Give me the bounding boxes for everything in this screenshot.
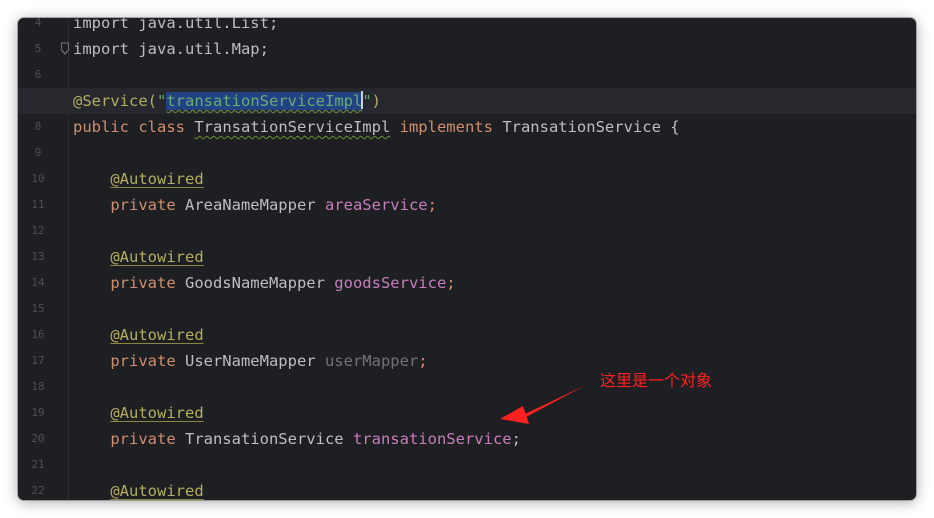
code-token: @Service( (73, 92, 157, 110)
code-token: private (73, 352, 185, 370)
code-token: ; (446, 274, 456, 292)
code-token: " (362, 92, 372, 110)
code-token: " (157, 92, 167, 110)
code-line[interactable]: private AreaNameMapper areaService; (18, 192, 916, 218)
red-arrow-icon (500, 385, 586, 424)
code-token: TransationService (502, 118, 661, 136)
code-line[interactable]: @Autowired (18, 478, 916, 500)
code-line[interactable]: @Autowired (18, 400, 916, 426)
code-line[interactable]: private GoodsNameMapper goodsService; (18, 270, 916, 296)
code-token: userMapper (324, 352, 419, 370)
code-token: private (73, 430, 185, 448)
code-token: ) (371, 92, 381, 110)
code-line[interactable]: public class TransationServiceImpl imple… (18, 114, 916, 140)
code-line[interactable]: import java.util.List; (18, 18, 916, 36)
code-line-content: private TransationService transationServ… (73, 426, 521, 452)
code-token: @Autowired (110, 482, 204, 500)
code-line-content: @Autowired (73, 322, 204, 348)
code-line[interactable]: @Autowired (18, 244, 916, 270)
code-token: @Autowired (110, 170, 204, 188)
code-token: TransationServiceImpl (194, 118, 391, 136)
annotation-text: 这里是一个对象 (600, 371, 713, 390)
code-line[interactable]: private TransationService transationServ… (18, 426, 916, 452)
code-token: goodsService (334, 274, 447, 292)
code-token: ; (427, 196, 437, 214)
code-token: @Autowired (110, 248, 204, 266)
code-editor-window: 45678910111213141516171819202122 import … (18, 18, 916, 500)
code-token: implements (390, 118, 503, 136)
code-line[interactable]: @Service("transationServiceImpl") (18, 88, 916, 114)
code-line[interactable] (18, 374, 916, 400)
code-line[interactable]: @Autowired (18, 166, 916, 192)
code-token: ; (418, 352, 428, 370)
code-line-content: @Autowired (73, 478, 204, 500)
code-line-content: public class TransationServiceImpl imple… (73, 114, 680, 140)
code-line[interactable] (18, 62, 916, 88)
code-line-content: private AreaNameMapper areaService; (73, 192, 437, 218)
code-line-content: @Autowired (73, 166, 204, 192)
code-line[interactable]: private UserNameMapper userMapper; (18, 348, 916, 374)
code-line[interactable] (18, 218, 916, 244)
code-line[interactable]: import java.util.Map; (18, 36, 916, 62)
code-token: @Autowired (110, 326, 204, 344)
code-line[interactable] (18, 140, 916, 166)
code-token: private (73, 196, 185, 214)
code-token: areaService (324, 196, 428, 214)
code-token: import java.util.List; (73, 18, 279, 32)
code-token: { (660, 118, 680, 136)
code-token: @Autowired (110, 404, 204, 422)
code-line-content: import java.util.Map; (73, 36, 269, 62)
code-line-content: private UserNameMapper userMapper; (73, 348, 428, 374)
code-line-content: import java.util.List; (73, 18, 278, 36)
code-token: private (73, 274, 185, 292)
code-token: ; (511, 430, 521, 448)
code-line[interactable] (18, 452, 916, 478)
code-token: transationServiceImpl (166, 92, 363, 110)
code-line[interactable]: @Autowired (18, 322, 916, 348)
code-token: import java.util.Map; (73, 40, 269, 58)
code-token: public class (73, 118, 195, 136)
code-line-content: @Service("transationServiceImpl") (73, 88, 381, 114)
code-token: UserNameMapper (184, 352, 325, 370)
code-token: AreaNameMapper (184, 196, 325, 214)
code-token: transationService (352, 430, 512, 448)
code-line[interactable] (18, 296, 916, 322)
code-line-content: @Autowired (73, 244, 204, 270)
code-line-content: @Autowired (73, 400, 204, 426)
code-token: GoodsNameMapper (184, 274, 335, 292)
code-token: TransationService (184, 430, 353, 448)
code-line-content: private GoodsNameMapper goodsService; (73, 270, 456, 296)
